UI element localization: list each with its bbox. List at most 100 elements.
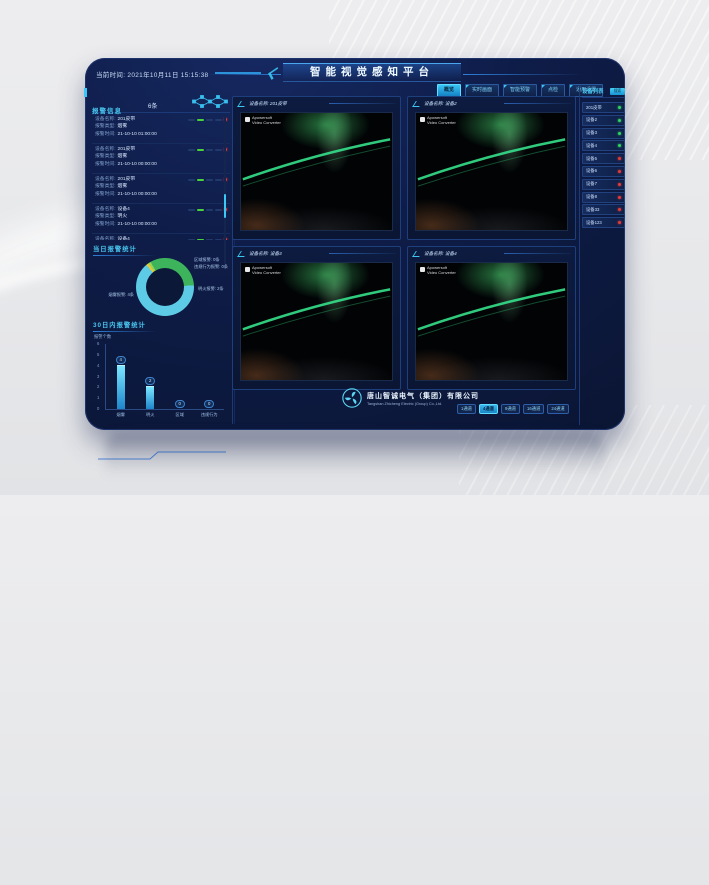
device-list-title: 设备列表 (582, 87, 604, 95)
donut-callout-smoke: 烟雾报警: 4条 (90, 292, 134, 298)
channel-button-9通道[interactable]: 9通道 (501, 404, 520, 414)
belt-edge-lines (416, 113, 567, 230)
device-status-dot (618, 119, 621, 122)
watermark-line2: Video Converter (427, 121, 456, 126)
device-status-dot (618, 208, 621, 211)
alarm-list: 设备名称:201皮带报警类型:烟雾报警时间:21-10-10 01:00:00设… (92, 114, 230, 240)
watermark: Apowersoft Video Converter (420, 266, 456, 275)
level-segment (188, 119, 195, 121)
watermark-icon (420, 267, 425, 272)
alarm-field-value: 21-10-10 00:00:00 (118, 222, 157, 227)
channel-layout-switcher: 1通道4通道9通道16通道24通道 (457, 404, 569, 414)
scrollbar-thumb[interactable] (224, 194, 226, 218)
device-name: 设备5 (586, 156, 597, 162)
alarm-count-badge: 6条 (148, 101, 157, 110)
bar-value-bubble: 0 (175, 400, 185, 408)
device-list-item-设备5[interactable]: 设备5 (582, 153, 625, 164)
alarm-field-label: 报警类型: (95, 154, 116, 159)
video-frame (416, 113, 567, 230)
video-screen: Apowersoft Video Converter (240, 112, 393, 231)
device-name: 设备6 (586, 168, 597, 174)
alarm-field-value: 烟雾 (118, 184, 128, 189)
alarm-time-line: 报警时间:21-10-10 00:00:00 (95, 161, 228, 168)
alarm-level-indicator (188, 118, 227, 121)
device-list-item-设备8[interactable]: 设备8 (582, 192, 625, 203)
watermark-line2: Video Converter (252, 271, 281, 276)
channel-button-16通道[interactable]: 16通道 (523, 404, 544, 414)
alarm-item[interactable]: 设备名称:201皮带报警类型:烟雾报警时间:21-10-10 00:00:00 (92, 174, 230, 204)
alarm-item[interactable]: 设备名称:设备4报警类型:明火报警时间:21-10-10 00:00:00 (92, 204, 230, 234)
device-list-item-设备4[interactable]: 设备4 (582, 140, 625, 151)
video-panel-title: 设备名称: 设备3 (233, 247, 400, 260)
donut-callout-violation: 违规行为报警: 0条 (194, 264, 228, 270)
alarm-field-label: 报警类型: (95, 184, 116, 189)
watermark-icon (245, 117, 250, 122)
watermark-line2: Video Converter (252, 121, 281, 126)
device-name: 设备2 (586, 117, 597, 123)
device-list-item-设备7[interactable]: 设备7 (582, 179, 625, 190)
alarm-field-value: 21-10-10 01:00:00 (118, 132, 157, 137)
level-segment (188, 149, 195, 151)
video-panel-title: 设备名称: 设备2 (408, 97, 575, 110)
alarm-field-label: 设备名称: (95, 177, 116, 182)
device-list-item-201皮带[interactable]: 201皮带 (582, 102, 625, 113)
bar-违规行为: 0违规行为 (195, 344, 223, 409)
right-sidebar: 设备列表 搜索 201皮带设备2 设备3 设备4 设备5 设备6 设备7 设备8 设备33 设备… (579, 85, 625, 425)
header-line-accent (215, 72, 261, 74)
level-segment (197, 179, 204, 181)
video-panel-设备4[interactable]: 设备名称: 设备4 Apowersoft Video Converter (407, 246, 576, 390)
video-panel-201皮带[interactable]: 设备名称: 201皮带 Apowersoft Video Converter (232, 96, 401, 240)
device-status-dot (618, 221, 621, 224)
page-title: 智能视觉感知平台 (283, 63, 461, 82)
device-search-button[interactable]: 搜索 (610, 88, 625, 95)
channel-button-24通道[interactable]: 24通道 (547, 404, 568, 414)
level-segment (206, 149, 213, 151)
device-name: 设备8 (586, 194, 597, 200)
bar-区域: 0区域 (166, 344, 194, 409)
alarm-level-indicator (188, 208, 227, 211)
alarm-item[interactable]: 设备名称:201皮带报警类型:烟雾报警时间:21-10-10 00:00:00 (92, 144, 230, 174)
device-status-dot (618, 106, 621, 109)
device-name: 设备33 (586, 207, 599, 213)
device-list-header: 设备列表 搜索 (582, 85, 625, 98)
alarm-type-line: 报警类型:明火 (95, 213, 228, 220)
alarm-field-value: 烟雾 (118, 124, 128, 129)
device-list-item-设备33[interactable]: 设备33 (582, 204, 625, 215)
channel-button-1通道[interactable]: 1通道 (457, 404, 476, 414)
channel-button-4通道[interactable]: 4通道 (479, 404, 498, 414)
month-alarm-chart: 报警个数 0123456 4烟雾2明火0区域0违规行为 (92, 334, 228, 422)
level-segment (197, 149, 204, 151)
device-name: 设备3 (586, 130, 597, 136)
watermark: Apowersoft Video Converter (245, 266, 281, 275)
watermark-line2: Video Converter (427, 271, 456, 276)
level-segment (206, 239, 213, 241)
video-frame (241, 263, 392, 380)
video-panel-设备2[interactable]: 设备名称: 设备2 Apowersoft Video Converter (407, 96, 576, 240)
alarm-item[interactable]: 设备名称:201皮带报警类型:烟雾报警时间:21-10-10 01:00:00 (92, 114, 230, 144)
device-list: 201皮带设备2 设备3 设备4 设备5 设备6 设备7 设备8 设备33 设备123 (582, 102, 625, 228)
device-list-item-设备3[interactable]: 设备3 (582, 128, 625, 139)
alarm-item[interactable]: 设备名称:设备4报警类型:明火报警时间:21-10-10 00:00:00 (92, 234, 230, 240)
bar-category-label: 区域 (176, 412, 184, 418)
alarm-field-label: 报警时间: (95, 222, 116, 227)
device-status-dot (618, 183, 621, 186)
company-name-cn: 唐山智诚电气（集团）有限公司 (367, 391, 479, 401)
alarm-type-line: 报警类型:烟雾 (95, 153, 228, 160)
alarm-field-label: 设备名称: (95, 207, 116, 212)
alarm-field-value: 设备4 (118, 207, 130, 212)
alarm-list-scrollbar (224, 114, 226, 264)
watermark: Apowersoft Video Converter (420, 116, 456, 125)
bar-value-bubble: 2 (145, 377, 155, 385)
alarm-level-indicator (188, 178, 227, 181)
device-list-item-设备123[interactable]: 设备123 (582, 217, 625, 228)
bar-category-label: 明火 (146, 412, 154, 418)
alarm-field-value: 21-10-10 00:00:00 (118, 192, 157, 197)
video-panel-设备3[interactable]: 设备名称: 设备3 Apowersoft Video Converter (232, 246, 401, 390)
video-frame (241, 113, 392, 230)
device-list-item-设备2[interactable]: 设备2 (582, 115, 625, 126)
donut-chart (136, 258, 194, 316)
level-segment (215, 209, 222, 211)
level-segment (197, 239, 204, 241)
video-panel-title: 设备名称: 201皮带 (233, 97, 400, 110)
device-list-item-设备6[interactable]: 设备6 (582, 166, 625, 177)
